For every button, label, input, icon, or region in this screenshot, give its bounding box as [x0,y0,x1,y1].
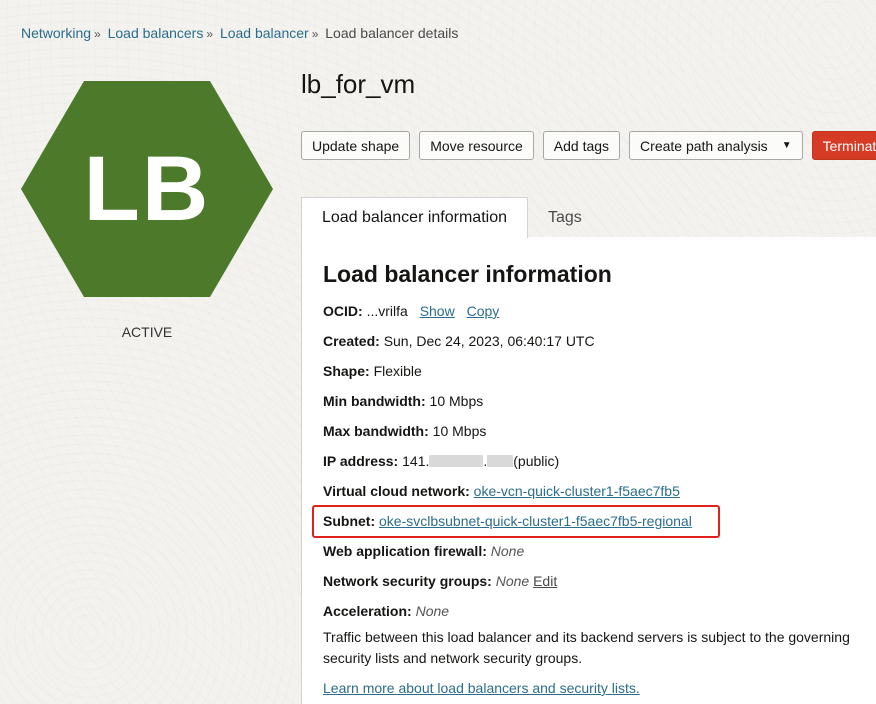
created-label: Created: [323,333,380,349]
waf-row: Web application firewall: None [323,543,524,559]
info-panel: Load balancer information OCID: ...vrilf… [301,237,876,704]
vcn-label: Virtual cloud network: [323,483,470,499]
section-heading: Load balancer information [323,261,612,287]
ocid-row: OCID: ...vrilfa Show Copy [323,303,499,319]
update-shape-button[interactable]: Update shape [301,131,411,160]
created-row: Created: Sun, Dec 24, 2023, 06:40:17 UTC [323,333,595,349]
nsg-value: None [495,573,530,589]
terminate-button[interactable]: Terminate [811,131,876,160]
max-bandwidth-value: 10 Mbps [432,423,487,439]
create-path-analysis-label: Create path analysis [640,137,768,154]
nsg-label: Network security groups: [323,573,492,589]
add-tags-button[interactable]: Add tags [542,131,621,160]
redacted-block [429,455,484,467]
breadcrumb-separator: » [311,27,319,41]
ocid-copy-link[interactable]: Copy [467,303,500,319]
create-path-analysis-button[interactable]: Create path analysis ▼ [629,131,803,160]
breadcrumb: Networking» Load balancers» Load balance… [21,25,458,41]
tab-bar: Load balancer information Tags [301,197,876,238]
redacted-block [487,455,514,467]
caret-down-icon: ▼ [781,140,792,151]
max-bandwidth-label: Max bandwidth: [323,423,429,439]
waf-value: None [490,543,525,559]
ip-address-suffix: (public) [513,453,560,469]
ip-address-row: IP address: 141.. (public) [323,453,559,469]
breadcrumb-separator: » [206,27,214,41]
tab-tags[interactable]: Tags [548,197,582,238]
breadcrumb-current: Load balancer details [325,25,459,41]
ip-address-label: IP address: [323,453,399,469]
toolbar: Update shape Move resource Add tags Crea… [301,131,876,160]
min-bandwidth-row: Min bandwidth: 10 Mbps [323,393,483,409]
shape-value: Flexible [373,363,422,379]
shape-label: Shape: [323,363,370,379]
breadcrumb-load-balancers[interactable]: Load balancers [108,25,204,41]
ocid-show-link[interactable]: Show [420,303,455,319]
breadcrumb-load-balancer[interactable]: Load balancer [220,25,309,41]
nsg-row: Network security groups: None Edit [323,573,557,589]
breadcrumb-separator: » [94,27,101,41]
vcn-row: Virtual cloud network: oke-vcn-quick-clu… [323,483,680,499]
lb-badge-text: LB [83,137,211,240]
min-bandwidth-label: Min bandwidth: [323,393,426,409]
vcn-link[interactable]: oke-vcn-quick-cluster1-f5aec7fb5 [474,483,680,499]
status-label: ACTIVE [121,324,173,340]
move-resource-button[interactable]: Move resource [419,131,534,160]
ocid-label: OCID: [323,303,363,319]
max-bandwidth-row: Max bandwidth: 10 Mbps [323,423,486,439]
acceleration-label: Acceleration: [323,603,412,619]
shape-row: Shape: Flexible [323,363,422,379]
breadcrumb-networking[interactable]: Networking [21,25,91,41]
subnet-highlight-box [312,505,720,538]
acceleration-value: None [415,603,450,619]
waf-label: Web application firewall: [323,543,487,559]
acceleration-row: Acceleration: None [323,603,449,619]
ocid-value: ...vrilfa [366,303,408,319]
ip-address-prefix: 141. [402,453,430,469]
page-title: lb_for_vm [301,69,416,99]
security-note: Traffic between this load balancer and i… [323,629,850,666]
min-bandwidth-value: 10 Mbps [429,393,484,409]
tab-load-balancer-information[interactable]: Load balancer information [301,197,528,238]
nsg-edit-link[interactable]: Edit [533,573,557,589]
created-value: Sun, Dec 24, 2023, 06:40:17 UTC [383,333,595,349]
learn-more-link[interactable]: Learn more about load balancers and secu… [323,680,640,696]
